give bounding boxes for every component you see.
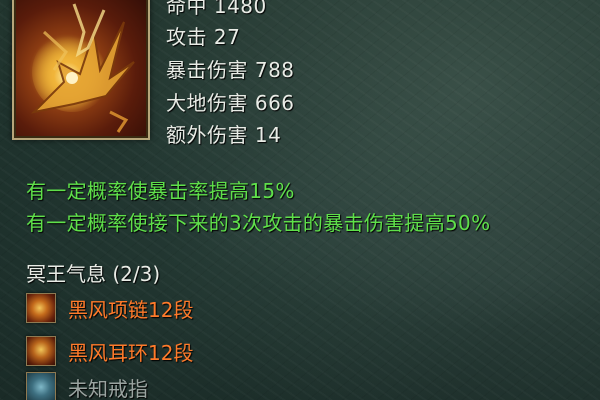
item-tooltip: 命中 1480 攻击 27 暴击伤害 788 大地伤害 666 额外伤害 14 … [0,0,600,400]
stat-earth-damage: 大地伤害 666 [166,91,295,115]
unknown-ring-icon [26,372,56,400]
effect-crit-damage-boost: 有一定概率使接下来的3次攻击的暴击伤害提高50% [26,211,491,235]
golden-claw-weapon-icon [12,0,150,140]
set-piece-label: 黑风项链12段 [68,298,194,322]
set-title: 冥王气息 (2/3) [26,262,161,286]
stat-extra-damage: 额外伤害 14 [166,123,282,147]
partial-stat-line: 命中 1480 [166,0,267,18]
set-piece-ring[interactable]: 未知戒指 [26,372,286,400]
stat-crit-damage: 暴击伤害 788 [166,58,295,82]
necklace-icon [26,293,56,323]
stat-attack: 攻击 27 [166,25,241,49]
effect-crit-rate: 有一定概率使暴击率提高15% [26,179,295,203]
set-piece-necklace[interactable]: 黑风项链12段 [26,293,286,325]
set-piece-earring[interactable]: 黑风耳环12段 [26,336,286,368]
set-piece-label: 黑风耳环12段 [68,341,194,365]
set-piece-label: 未知戒指 [68,377,148,400]
earring-icon [26,336,56,366]
